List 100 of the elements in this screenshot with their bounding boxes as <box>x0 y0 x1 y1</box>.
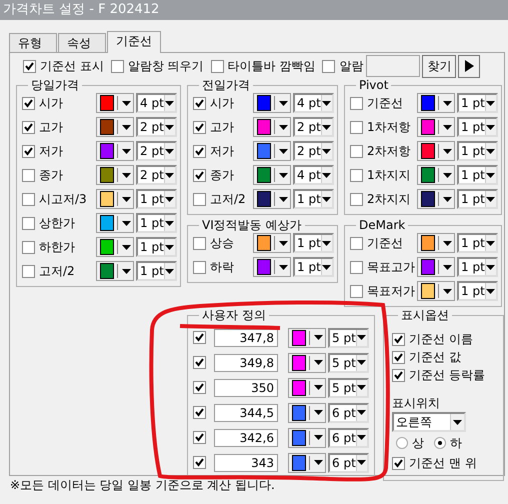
checkbox[interactable] <box>350 260 363 274</box>
line-width-dropdown[interactable]: 1 pt <box>457 233 498 253</box>
line-width-dropdown[interactable]: 4 pt <box>293 165 334 185</box>
color-picker[interactable] <box>417 93 455 113</box>
checkbox[interactable] <box>322 60 336 72</box>
value-field[interactable]: 349,8 <box>214 354 278 372</box>
line-width-dropdown[interactable]: 2 pt <box>293 141 334 161</box>
color-picker[interactable] <box>253 117 291 137</box>
find-button[interactable]: 찾기 <box>422 54 456 78</box>
color-picker[interactable] <box>253 93 291 113</box>
checkbox[interactable] <box>350 236 363 250</box>
checkbox[interactable] <box>193 431 206 444</box>
line-width-dropdown[interactable]: 2 pt <box>136 141 177 161</box>
color-picker[interactable] <box>417 141 455 161</box>
checkbox[interactable] <box>22 240 35 254</box>
line-width-dropdown[interactable]: 6 pt <box>328 452 369 472</box>
line-width-dropdown[interactable]: 1 pt <box>293 233 334 253</box>
color-picker[interactable] <box>288 452 326 472</box>
tab[interactable]: 속성 <box>58 33 106 52</box>
color-picker[interactable] <box>417 233 455 253</box>
checkbox[interactable] <box>193 456 206 469</box>
checkbox[interactable] <box>350 96 363 110</box>
checkbox[interactable] <box>193 144 206 158</box>
color-picker[interactable] <box>417 117 455 137</box>
checkbox[interactable] <box>22 120 35 134</box>
color-picker[interactable] <box>253 165 291 185</box>
line-width-dropdown[interactable]: 6 pt <box>328 402 369 422</box>
color-picker[interactable] <box>253 257 291 277</box>
line-width-dropdown[interactable]: 2 pt <box>136 165 177 185</box>
checkbox[interactable] <box>193 192 206 206</box>
line-width-dropdown[interactable]: 1 pt <box>136 237 177 257</box>
checkbox[interactable] <box>350 144 363 158</box>
checkbox[interactable] <box>193 331 206 344</box>
line-width-dropdown[interactable]: 1 pt <box>457 257 498 277</box>
checkbox[interactable] <box>22 168 35 182</box>
color-picker[interactable] <box>288 378 326 398</box>
line-width-dropdown[interactable]: 1 pt <box>136 261 177 281</box>
color-picker[interactable] <box>96 261 134 281</box>
tab[interactable]: 유형 <box>9 33 57 52</box>
line-width-dropdown[interactable]: 1 pt <box>136 189 177 209</box>
color-picker[interactable] <box>96 117 134 137</box>
line-width-dropdown[interactable]: 1 pt <box>457 117 498 137</box>
value-field[interactable]: 347,8 <box>214 328 278 346</box>
value-field[interactable]: 344,5 <box>214 404 278 422</box>
line-width-dropdown[interactable]: 5 pt <box>328 378 369 398</box>
checkbox[interactable] <box>193 356 206 369</box>
checkbox[interactable] <box>350 284 363 298</box>
line-width-dropdown[interactable]: 1 pt <box>293 189 334 209</box>
line-width-dropdown[interactable]: 1 pt <box>457 189 498 209</box>
radio-button[interactable] <box>396 437 408 449</box>
color-picker[interactable] <box>96 93 134 113</box>
color-picker[interactable] <box>96 213 134 233</box>
line-width-dropdown[interactable]: 2 pt <box>293 117 334 137</box>
line-width-dropdown[interactable]: 1 pt <box>457 141 498 161</box>
line-width-dropdown[interactable]: 1 pt <box>136 213 177 233</box>
value-field[interactable]: 342,6 <box>214 428 278 446</box>
checkbox[interactable] <box>22 264 35 278</box>
play-button[interactable] <box>458 54 480 78</box>
checkbox[interactable] <box>193 236 206 250</box>
checkbox[interactable] <box>22 144 35 158</box>
color-picker[interactable] <box>288 352 326 372</box>
line-width-dropdown[interactable]: 1 pt <box>293 257 334 277</box>
checkbox[interactable] <box>22 96 35 110</box>
line-width-dropdown[interactable]: 5 pt <box>328 328 369 348</box>
position-dropdown[interactable]: 오른쪽 <box>392 412 466 432</box>
checkbox[interactable] <box>23 60 36 72</box>
alarm-input-field[interactable] <box>366 55 420 77</box>
color-picker[interactable] <box>417 189 455 209</box>
color-picker[interactable] <box>288 428 326 448</box>
checkbox[interactable] <box>392 456 406 470</box>
checkbox[interactable] <box>350 192 363 206</box>
radio-button[interactable] <box>434 437 446 449</box>
line-width-dropdown[interactable]: 1 pt <box>457 281 498 301</box>
color-picker[interactable] <box>253 233 291 253</box>
line-width-dropdown[interactable]: 5 pt <box>328 352 369 372</box>
value-field[interactable]: 343 <box>214 454 278 472</box>
checkbox[interactable] <box>350 168 363 182</box>
color-picker[interactable] <box>417 257 455 277</box>
color-picker[interactable] <box>96 165 134 185</box>
line-width-dropdown[interactable]: 1 pt <box>457 165 498 185</box>
checkbox[interactable] <box>193 168 206 182</box>
checkbox[interactable] <box>350 120 363 134</box>
checkbox[interactable] <box>193 260 206 274</box>
color-picker[interactable] <box>96 237 134 257</box>
checkbox[interactable] <box>22 192 35 206</box>
checkbox[interactable] <box>110 60 124 72</box>
color-picker[interactable] <box>288 328 326 348</box>
line-width-dropdown[interactable]: 6 pt <box>328 428 369 448</box>
checkbox[interactable] <box>22 216 35 230</box>
color-picker[interactable] <box>253 189 291 209</box>
color-picker[interactable] <box>96 141 134 161</box>
checkbox[interactable] <box>193 381 206 394</box>
checkbox[interactable] <box>193 120 206 134</box>
color-picker[interactable] <box>288 402 326 422</box>
checkbox[interactable] <box>392 332 406 346</box>
checkbox[interactable] <box>392 368 406 382</box>
color-picker[interactable] <box>417 165 455 185</box>
color-picker[interactable] <box>253 141 291 161</box>
line-width-dropdown[interactable]: 2 pt <box>136 117 177 137</box>
line-width-dropdown[interactable]: 4 pt <box>136 93 177 113</box>
